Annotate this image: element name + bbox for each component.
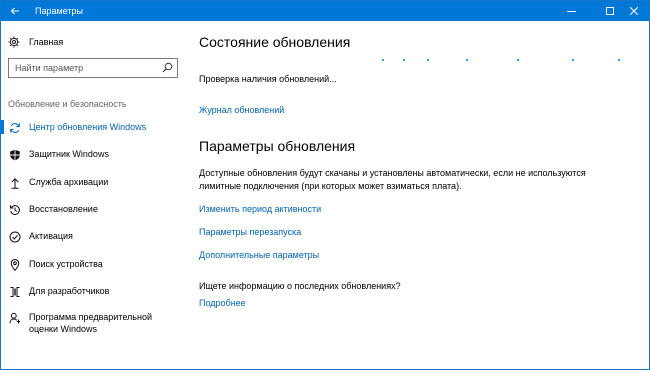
progress-dots — [382, 59, 622, 63]
title-bar: Параметры — [1, 1, 649, 21]
window-title: Параметры — [35, 6, 83, 16]
sidebar-item-label: Служба архивации — [29, 177, 109, 187]
activation-check-icon — [8, 230, 21, 243]
sidebar-item-windows-update[interactable]: Центр обновления Windows — [1, 119, 186, 137]
active-indicator — [1, 120, 4, 134]
find-device-icon — [8, 258, 21, 271]
update-status-title: Состояние обновления — [199, 34, 351, 50]
sidebar: Главная Найти параметр Обновление и безо… — [1, 21, 186, 369]
insider-icon — [8, 311, 21, 324]
sync-icon — [8, 121, 21, 134]
developer-icon — [8, 285, 21, 298]
sidebar-item-defender[interactable]: Защитник Windows — [1, 146, 186, 164]
sidebar-item-recovery[interactable]: Восстановление — [1, 201, 186, 219]
sidebar-item-label: Поиск устройства — [29, 259, 103, 269]
sidebar-item-find-device[interactable]: Поиск устройства — [1, 256, 186, 274]
progress-dot — [517, 59, 519, 61]
update-history-link[interactable]: Журнал обновлений — [199, 105, 284, 115]
minimize-icon — [566, 10, 576, 12]
learn-more-link[interactable]: Подробнее — [199, 298, 246, 308]
sidebar-item-label: Программа предварительной оценки Windows — [29, 312, 152, 334]
home-nav-item[interactable]: Главная — [8, 34, 63, 50]
section-title: Обновление и безопасность — [8, 99, 127, 109]
search-icon[interactable] — [162, 62, 173, 73]
sidebar-item-insider[interactable]: Программа предварительной оценки Windows — [1, 309, 186, 339]
back-button[interactable] — [1, 1, 29, 21]
maximize-icon — [606, 7, 614, 15]
minimize-button[interactable] — [556, 1, 586, 21]
sidebar-item-label: Защитник Windows — [29, 149, 109, 159]
sidebar-item-label: Для разработчиков — [29, 286, 110, 296]
sidebar-item-developers[interactable]: Для разработчиков — [1, 283, 186, 301]
gear-icon — [8, 36, 20, 48]
progress-dot — [382, 59, 384, 61]
backup-arrow-icon — [8, 176, 21, 189]
progress-dot — [618, 59, 620, 61]
status-text: Проверка наличия обновлений... — [199, 74, 337, 84]
sidebar-item-label: Активация — [29, 231, 73, 241]
update-settings-title: Параметры обновления — [199, 138, 356, 154]
sidebar-item-activation[interactable]: Активация — [1, 228, 186, 246]
advanced-options-link[interactable]: Дополнительные параметры — [199, 250, 319, 260]
progress-dot — [427, 59, 429, 61]
close-icon — [630, 7, 638, 15]
shield-icon — [8, 148, 21, 161]
sidebar-item-backup[interactable]: Служба архивации — [1, 174, 186, 192]
restart-options-link[interactable]: Параметры перезапуска — [199, 227, 301, 237]
info-question: Ищете информацию о последних обновлениях… — [199, 281, 401, 291]
change-active-hours-link[interactable]: Изменить период активности — [199, 204, 321, 214]
search-input[interactable]: Найти параметр — [8, 58, 178, 78]
progress-dot — [572, 59, 574, 61]
settings-description: Доступные обновления будут скачаны и уст… — [199, 168, 586, 191]
home-label: Главная — [29, 37, 64, 47]
sidebar-item-label: Восстановление — [29, 204, 98, 214]
progress-dot — [403, 59, 405, 61]
sidebar-item-label: Центр обновления Windows — [29, 122, 147, 132]
close-button[interactable] — [619, 1, 649, 21]
search-placeholder: Найти параметр — [15, 63, 84, 73]
settings-window: Параметры Главная Найти параметр Обновле… — [0, 0, 650, 370]
back-arrow-icon — [10, 7, 19, 15]
progress-dot — [466, 59, 468, 61]
recovery-icon — [8, 203, 21, 216]
